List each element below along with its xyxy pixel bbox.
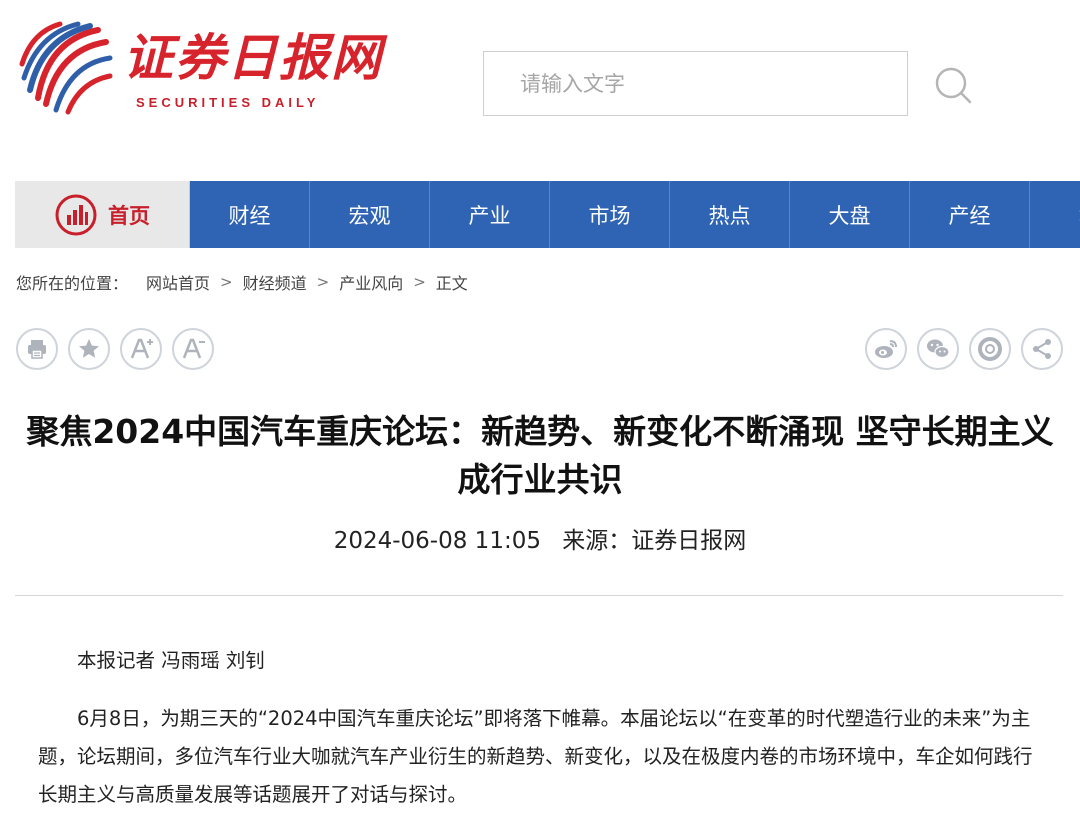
wechat-share-button[interactable] bbox=[917, 328, 959, 370]
site-header: 证券日报网 SECURITIES DAILY bbox=[0, 0, 1080, 170]
main-nav: 首页 财经 宏观 产业 市场 热点 大盘 产经 地 bbox=[15, 181, 1080, 248]
article-tools bbox=[16, 328, 214, 370]
article-datetime: 2024-06-08 11:05 bbox=[333, 528, 541, 554]
logo-english-text: SECURITIES DAILY bbox=[136, 95, 320, 110]
article-byline: 本报记者 冯雨瑶 刘钊 bbox=[77, 649, 265, 672]
nav-item-redian[interactable]: 热点 bbox=[670, 181, 790, 248]
circle-share-icon bbox=[978, 337, 1002, 361]
breadcrumb: 您所在的位置： 网站首页 > 财经频道 > 产业风向 > 正文 bbox=[16, 270, 468, 294]
article-title: 聚焦2024中国汽车重庆论坛：新趋势、新变化不断涌现 坚守长期主义成行业共识 bbox=[26, 412, 1054, 499]
nav-item-hongguan[interactable]: 宏观 bbox=[310, 181, 430, 248]
search-icon bbox=[935, 67, 972, 104]
nav-home-label: 首页 bbox=[108, 203, 150, 228]
circle-share-button[interactable] bbox=[969, 328, 1011, 370]
article-body: 本报记者 冯雨瑶 刘钊 6月8日，为期三天的“2024中国汽车重庆论坛”即将落下… bbox=[38, 642, 1048, 827]
search-input[interactable] bbox=[484, 52, 907, 115]
article-paragraph: 6月8日，为期三天的“2024中国汽车重庆论坛”即将落下帷幕。本届论坛以“在变革… bbox=[38, 707, 1033, 806]
article-source: 来源：证券日报网 bbox=[562, 528, 747, 554]
nav-item-chanjing[interactable]: 产经 bbox=[910, 181, 1030, 248]
weibo-share-button[interactable] bbox=[865, 328, 907, 370]
print-icon bbox=[28, 340, 46, 359]
print-button[interactable] bbox=[16, 328, 58, 370]
font-increase-button[interactable] bbox=[120, 328, 162, 370]
search-box bbox=[483, 51, 908, 116]
breadcrumb-item-article: 正文 bbox=[435, 274, 468, 293]
weibo-icon bbox=[875, 340, 897, 358]
article-meta: 2024-06-08 11:05 来源：证券日报网 bbox=[0, 521, 1080, 555]
wechat-icon bbox=[927, 339, 950, 359]
nav-item-di[interactable]: 地 bbox=[1030, 181, 1080, 248]
nav-item-caijing[interactable]: 财经 bbox=[190, 181, 310, 248]
breadcrumb-prefix: 您所在的位置： bbox=[16, 274, 129, 293]
nav-item-shichang[interactable]: 市场 bbox=[550, 181, 670, 248]
breadcrumb-item-industry[interactable]: 产业风向 bbox=[339, 270, 403, 294]
share-tools bbox=[865, 328, 1063, 370]
logo-mark-icon bbox=[19, 21, 113, 115]
font-decrease-button[interactable] bbox=[172, 328, 214, 370]
breadcrumb-item-finance[interactable]: 财经频道 bbox=[243, 270, 307, 294]
nav-item-chanye[interactable]: 产业 bbox=[430, 181, 550, 248]
logo-chinese-text: 证券日报网 bbox=[123, 28, 383, 87]
font-decrease-icon bbox=[182, 338, 205, 359]
breadcrumb-separator-icon: > bbox=[220, 273, 233, 291]
breadcrumb-separator-icon: > bbox=[316, 273, 330, 291]
favorite-star-icon bbox=[79, 339, 99, 358]
bar-chart-icon bbox=[55, 194, 97, 235]
font-increase-icon bbox=[130, 338, 153, 359]
share-icon bbox=[1033, 339, 1051, 359]
favorite-button[interactable] bbox=[68, 328, 110, 370]
divider bbox=[15, 595, 1063, 596]
nav-home[interactable]: 首页 bbox=[15, 181, 190, 248]
breadcrumb-item-home[interactable]: 网站首页 bbox=[146, 270, 210, 294]
site-logo[interactable]: 证券日报网 SECURITIES DAILY bbox=[18, 20, 381, 120]
search-button[interactable] bbox=[932, 64, 976, 108]
share-button[interactable] bbox=[1021, 328, 1063, 370]
breadcrumb-separator-icon: > bbox=[413, 273, 426, 291]
nav-item-dapan[interactable]: 大盘 bbox=[790, 181, 910, 248]
